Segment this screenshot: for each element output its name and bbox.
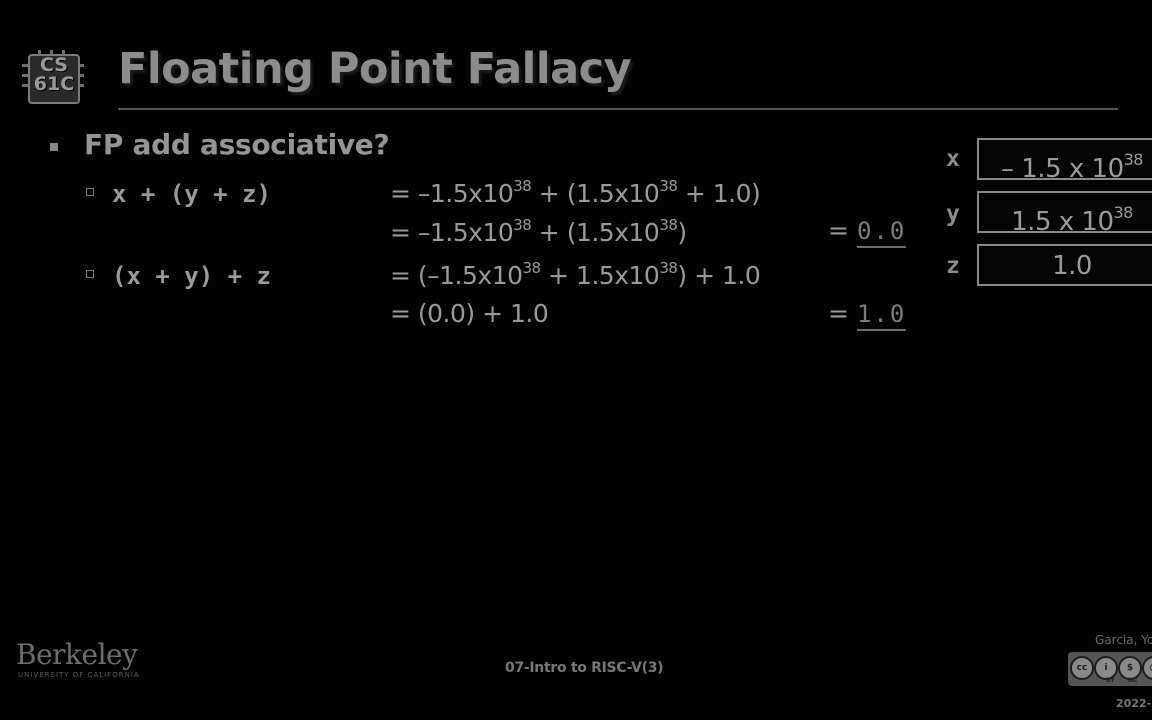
case2-result-value: 1.0 xyxy=(856,300,907,331)
title-divider xyxy=(118,108,1118,110)
main-bullet: FP add associative? xyxy=(84,128,390,161)
case2-line2: = (0.0) + 1.0 xyxy=(390,299,549,328)
var-y-label: y xyxy=(946,201,960,227)
case1-result-value: 0.0 xyxy=(856,217,907,248)
var-y-value: 1.5 x 1038 xyxy=(977,191,1152,237)
sa-icon: @ xyxy=(1142,656,1152,680)
case1-result: = 0.0 xyxy=(828,216,907,248)
cs61c-logo: CS 61C xyxy=(22,50,84,104)
creative-commons-license-icon: cc i $ @ BY NC xyxy=(1068,652,1152,686)
var-z-label: z xyxy=(946,253,960,279)
nc-label: NC xyxy=(1128,677,1138,684)
by-label: BY xyxy=(1106,677,1115,684)
case1-line2: = –1.5x1038 + (1.5x1038) xyxy=(390,216,687,247)
cc-icon: cc xyxy=(1070,656,1094,680)
var-x-value: – 1.5 x 1038 xyxy=(977,138,1152,184)
university-label: UNIVERSITY OF CALIFORNIA xyxy=(18,671,140,679)
author-label: Garcia, Yo xyxy=(1095,633,1152,647)
lecture-label: 07-Intro to RISC-V(3) xyxy=(505,660,664,676)
var-z-value: 1.0 xyxy=(977,244,1152,286)
var-x-label: x xyxy=(946,146,960,172)
berkeley-logo: Berkeley xyxy=(16,638,138,671)
logo-line-2: 61C xyxy=(33,73,75,95)
case2-result: = 1.0 xyxy=(828,299,907,331)
slide: CS 61C Floating Point Fallacy FP add ass… xyxy=(0,0,1152,720)
year-label: 2022- xyxy=(1116,697,1152,710)
slide-title: Floating Point Fallacy xyxy=(118,44,632,94)
case2-expression: (x + y) + z xyxy=(112,262,271,290)
sub-bullet-square-icon xyxy=(86,270,94,278)
sub-bullet-square-icon xyxy=(86,188,94,196)
case2-line1: = (–1.5x1038 + 1.5x1038) + 1.0 xyxy=(390,259,761,290)
case1-expression: x + (y + z) xyxy=(112,180,271,208)
bullet-square-icon xyxy=(50,143,58,151)
case1-line1: = –1.5x1038 + (1.5x1038 + 1.0) xyxy=(390,177,761,208)
